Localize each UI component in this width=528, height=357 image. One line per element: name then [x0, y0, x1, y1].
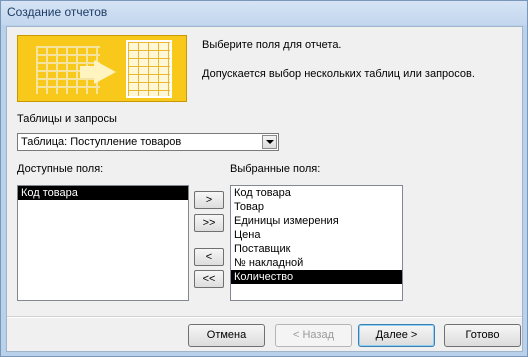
list-item[interactable]: Код товара	[231, 186, 402, 200]
dialog-body: Выберите поля для отчета. Допускается вы…	[6, 26, 523, 352]
arrow-icon	[94, 60, 116, 84]
selected-fields-list[interactable]: Код товара Товар Единицы измерения Цена …	[230, 185, 403, 301]
remove-field-button[interactable]: <	[194, 248, 224, 266]
cancel-button[interactable]: Отмена	[188, 324, 265, 347]
chevron-down-icon[interactable]	[262, 135, 277, 149]
list-item[interactable]: Цена	[231, 228, 402, 242]
available-fields-list[interactable]: Код товара	[17, 185, 189, 301]
remove-all-fields-button[interactable]: <<	[194, 270, 224, 288]
intro-text-tables: Допускается выбор нескольких таблиц или …	[202, 68, 475, 80]
add-field-button[interactable]: >	[194, 191, 224, 209]
footer-divider	[7, 316, 522, 318]
list-item[interactable]: № накладной	[231, 256, 402, 270]
list-item[interactable]: Поставщик	[231, 242, 402, 256]
window-title: Создание отчетов	[7, 5, 108, 19]
list-item[interactable]: Код товара	[18, 186, 188, 200]
next-button[interactable]: Далее >	[358, 324, 435, 347]
tables-queries-combobox[interactable]: Таблица: Поступление товаров	[17, 133, 279, 151]
wizard-banner-image	[17, 35, 187, 102]
finish-button[interactable]: Готово	[444, 324, 521, 347]
list-item[interactable]: Количество	[231, 270, 402, 284]
combobox-value: Таблица: Поступление товаров	[21, 136, 182, 148]
list-item[interactable]: Товар	[231, 200, 402, 214]
tables-queries-label: Таблицы и запросы	[17, 113, 117, 125]
add-all-fields-button[interactable]: >>	[194, 214, 224, 232]
report-page-icon	[126, 40, 172, 98]
selected-fields-label: Выбранные поля:	[230, 163, 321, 175]
back-button[interactable]: < Назад	[275, 324, 352, 347]
list-item[interactable]: Единицы измерения	[231, 214, 402, 228]
report-wizard-window: Создание отчетов Выберите поля для отчет…	[0, 0, 528, 357]
title-bar: Создание отчетов	[1, 1, 527, 25]
available-fields-label: Доступные поля:	[17, 163, 104, 175]
intro-text-fields: Выберите поля для отчета.	[202, 39, 342, 51]
